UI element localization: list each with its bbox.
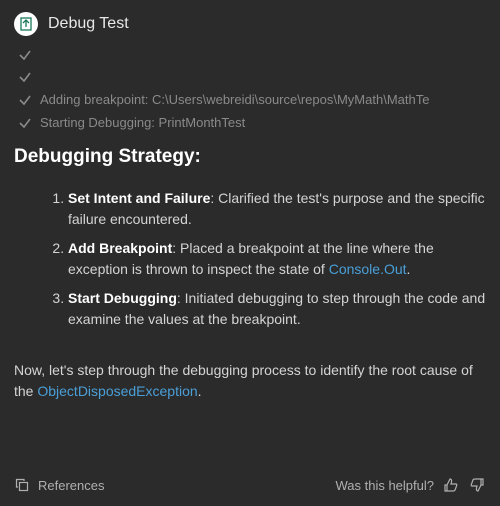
references-button[interactable]: References <box>14 477 104 493</box>
debug-test-icon <box>14 12 38 36</box>
thumbs-down-button[interactable] <box>468 476 486 494</box>
step-title: Add Breakpoint <box>68 240 172 256</box>
progress-list: Adding breakpoint: C:\Users\webreidi\sou… <box>18 48 486 130</box>
check-icon <box>18 48 32 62</box>
references-label: References <box>38 478 104 493</box>
code-link[interactable]: ObjectDisposedException <box>37 383 197 399</box>
list-item: Set Intent and Failure: Clarified the te… <box>68 188 486 230</box>
panel-title: Debug Test <box>48 15 129 33</box>
code-link[interactable]: Console.Out <box>329 261 407 277</box>
progress-label: Starting Debugging: PrintMonthTest <box>40 115 245 130</box>
copy-icon <box>14 477 30 493</box>
panel-header: Debug Test <box>14 12 486 36</box>
progress-item: Starting Debugging: PrintMonthTest <box>18 115 486 130</box>
strategy-heading: Debugging Strategy: <box>14 146 486 168</box>
followup-text: Now, let's step through the debugging pr… <box>14 360 486 402</box>
progress-label: Adding breakpoint: C:\Users\webreidi\sou… <box>40 92 429 107</box>
check-icon <box>18 116 32 130</box>
thumbs-up-button[interactable] <box>442 476 460 494</box>
helpful-prompt: Was this helpful? <box>335 478 434 493</box>
panel-footer: References Was this helpful? <box>14 468 486 494</box>
list-item: Start Debugging: Initiated debugging to … <box>68 288 486 330</box>
step-desc-after: . <box>407 261 411 277</box>
strategy-list: Set Intent and Failure: Clarified the te… <box>14 188 486 338</box>
progress-item: Adding breakpoint: C:\Users\webreidi\sou… <box>18 92 486 107</box>
followup-after: . <box>198 383 202 399</box>
check-icon <box>18 93 32 107</box>
list-item: Add Breakpoint: Placed a breakpoint at t… <box>68 238 486 280</box>
check-icon <box>18 70 32 84</box>
step-title: Start Debugging <box>68 290 177 306</box>
progress-item <box>18 70 486 84</box>
step-title: Set Intent and Failure <box>68 190 210 206</box>
progress-item <box>18 48 486 62</box>
